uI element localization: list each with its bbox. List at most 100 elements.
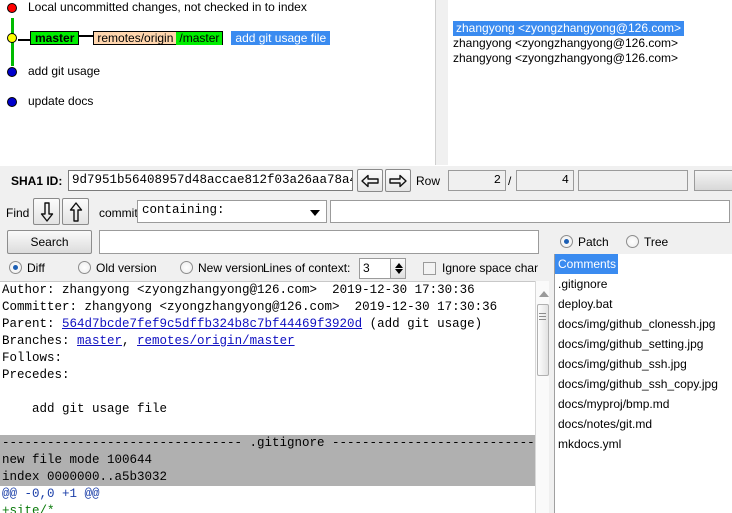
sha1-toolbar: SHA1 ID: 9d7951b56408957d48accae812f03a2… <box>0 166 732 196</box>
stepper-down-icon[interactable] <box>395 269 403 274</box>
radio-old-version[interactable] <box>78 261 91 274</box>
diff-vertical-scrollbar[interactable] <box>535 281 549 513</box>
arrow-left-icon[interactable] <box>357 169 383 192</box>
detail-parent-line: Parent: 564d7bcde7fef9c5dffb324b8c7bf444… <box>0 316 535 333</box>
commit-subject: add git usage file <box>231 31 331 45</box>
gitk-window: Local uncommitted changes, not checked i… <box>0 0 732 513</box>
find-toolbar: Find commit containing: <box>0 196 732 228</box>
radio-tree[interactable] <box>626 235 639 248</box>
author-row[interactable]: zhangyong <zyongzhangyong@126.com> <box>448 21 732 36</box>
search-input[interactable] <box>99 230 539 254</box>
detail-committer-prefix: Committer: <box>2 300 85 314</box>
ref-remote-suffix: /master <box>176 32 223 45</box>
radio-diff[interactable] <box>9 261 22 274</box>
ref-label-remote[interactable]: remotes/origin/master <box>93 31 224 45</box>
list-item[interactable]: deploy.bat <box>555 294 732 314</box>
detail-author-prefix: Author: <box>2 283 63 297</box>
commit-row[interactable]: master remotes/origin/master add git usage… <box>0 30 435 47</box>
find-mode-select[interactable]: containing: <box>137 200 327 223</box>
row-extra-field[interactable] <box>578 170 688 191</box>
commit-row[interactable]: add git usage <box>0 64 435 79</box>
author-row[interactable]: zhangyong <zyongzhangyong@126.com> <box>448 51 732 66</box>
top-pane: Local uncommitted changes, not checked i… <box>0 0 732 166</box>
diff-line: new file mode 100644 <box>0 452 535 469</box>
detail-parent-subject: (add git usage) <box>362 317 483 331</box>
find-query-input[interactable] <box>330 200 730 223</box>
arrow-down-icon[interactable] <box>33 198 60 225</box>
commit-subject: Local uncommitted changes, not checked i… <box>28 0 307 14</box>
radio-old-version-label: Old version <box>96 261 157 275</box>
list-item[interactable]: docs/img/github_clonessh.jpg <box>555 314 732 334</box>
file-list[interactable]: Comments .gitignore deploy.bat docs/img/… <box>554 254 732 513</box>
diff-line: +site/* <box>2 504 55 513</box>
sha1-label: SHA1 ID: <box>11 174 63 188</box>
commit-detail-pane[interactable]: Author: zhangyong <zyongzhangyong@126.co… <box>0 281 535 513</box>
scrollbar-thumb[interactable] <box>537 304 549 376</box>
branch-link-master[interactable]: master <box>77 334 122 348</box>
diff-line: @@ -0,0 +1 @@ <box>2 487 100 501</box>
find-commit-label: commit <box>99 206 138 220</box>
detail-blank-line <box>0 384 535 401</box>
detail-author-value: zhangyong <zyongzhangyong@126.com> <box>62 283 318 297</box>
arrow-right-icon[interactable] <box>385 169 411 192</box>
commit-node-icon <box>7 3 17 13</box>
chevron-down-icon <box>310 210 320 216</box>
list-item[interactable]: .gitignore <box>555 274 732 294</box>
graph-ref-connector <box>18 39 30 41</box>
list-item[interactable]: docs/img/github_setting.jpg <box>555 334 732 354</box>
row-total-input[interactable]: 4 <box>516 170 574 191</box>
diff-file-header: -------------------------------- .gitign… <box>0 435 535 452</box>
pane-divider[interactable] <box>436 0 448 165</box>
find-label: Find <box>6 206 30 220</box>
parent-sha-link[interactable]: 564d7bcde7fef9c5dffb324b8c7bf44469f3920d <box>62 317 362 331</box>
commit-node-icon <box>7 33 17 43</box>
ref-remote-prefix: remotes/origin <box>97 31 174 45</box>
view-mode-toolbar: Patch Tree <box>550 231 732 253</box>
list-item[interactable]: Comments <box>555 254 732 274</box>
detail-follows-line: Follows: <box>2 351 63 365</box>
toolbar-end-button[interactable] <box>694 170 732 191</box>
commit-subject: add git usage <box>28 64 101 78</box>
detail-blank-line <box>0 418 535 435</box>
lines-of-context-stepper[interactable] <box>390 258 406 279</box>
list-item[interactable]: mkdocs.yml <box>555 434 732 454</box>
list-item[interactable]: docs/img/github_ssh_copy.jpg <box>555 374 732 394</box>
ignore-space-checkbox[interactable] <box>423 262 436 275</box>
radio-new-version[interactable] <box>180 261 193 274</box>
branch-link-remote-master[interactable]: remotes/origin/master <box>137 334 295 348</box>
commit-refs-and-subject: master remotes/origin/master add git usage… <box>30 31 331 46</box>
radio-patch-label: Patch <box>578 235 609 249</box>
branches-separator: , <box>122 334 138 348</box>
find-mode-value: containing: <box>142 203 225 217</box>
scroll-up-icon[interactable] <box>539 291 549 297</box>
radio-patch[interactable] <box>560 235 573 248</box>
author-row[interactable]: zhangyong <zyongzhangyong@126.com> <box>448 36 732 51</box>
graph-cell <box>0 64 26 79</box>
row-label: Row <box>416 174 441 188</box>
radio-tree-label: Tree <box>644 235 669 249</box>
author-pane[interactable]: zhangyong <zyongzhangyong@126.com> zhang… <box>448 0 732 165</box>
list-item[interactable]: docs/img/github_ssh.jpg <box>555 354 732 374</box>
graph-cell <box>0 0 26 15</box>
arrow-up-icon[interactable] <box>62 198 89 225</box>
commit-node-icon <box>7 97 17 107</box>
ref-label-head[interactable]: master <box>30 31 80 45</box>
commit-row[interactable]: update docs <box>0 94 435 109</box>
detail-author-date: 2019-12-30 17:30:36 <box>317 283 475 297</box>
commit-graph-pane[interactable]: Local uncommitted changes, not checked i… <box>0 0 436 165</box>
list-item[interactable]: docs/myproj/bmp.md <box>555 394 732 414</box>
detail-parent-prefix: Parent: <box>2 317 63 331</box>
search-button[interactable]: Search <box>7 230 92 254</box>
commit-node-icon <box>7 67 17 77</box>
commit-row[interactable]: Local uncommitted changes, not checked i… <box>0 0 435 15</box>
diff-options-toolbar: Diff Old version New version Lines of co… <box>0 257 550 281</box>
detail-commit-message: add git usage file <box>2 402 168 416</box>
row-current-input[interactable]: 2 <box>448 170 506 191</box>
radio-new-version-label: New version <box>198 261 265 275</box>
diff-line: index 0000000..a5b3032 <box>0 469 535 486</box>
sha1-input[interactable]: 9d7951b56408957d48accae812f03a26aa78a4ca <box>68 170 353 191</box>
stepper-up-icon[interactable] <box>395 263 403 268</box>
lines-of-context-label: Lines of context: <box>263 261 351 275</box>
list-item[interactable]: docs/notes/git.md <box>555 414 732 434</box>
